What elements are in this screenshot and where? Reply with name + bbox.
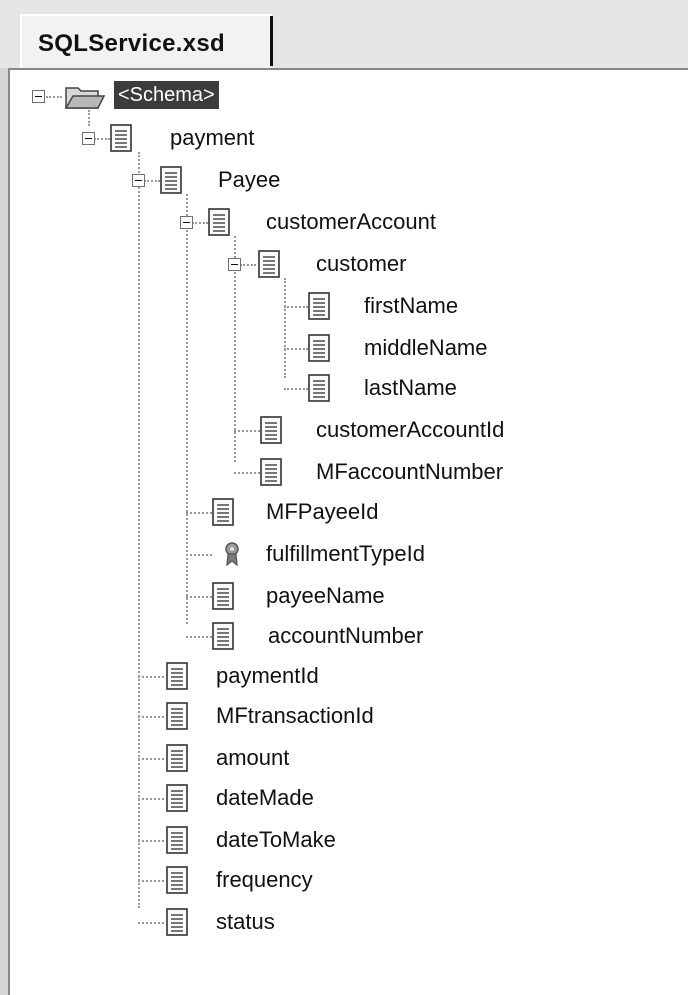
tree-line xyxy=(284,306,308,308)
node-label-account-number: accountNumber xyxy=(268,623,424,648)
document-icon xyxy=(166,744,188,772)
node-label-customer: customer xyxy=(316,251,407,276)
tree-line xyxy=(88,110,90,126)
node-label-payee-name: payeeName xyxy=(266,583,385,608)
document-icon xyxy=(166,702,188,730)
schema-tree: <Schema> payment Payee customerAccount c… xyxy=(10,70,688,995)
document-icon xyxy=(166,866,188,894)
tree-line xyxy=(284,278,286,378)
node-label-last-name: lastName xyxy=(364,375,457,400)
tree-line xyxy=(234,472,260,474)
tree-line xyxy=(284,388,308,390)
collapse-minus-icon[interactable] xyxy=(180,216,193,229)
collapse-minus-icon[interactable] xyxy=(32,90,45,103)
tree-line xyxy=(186,194,188,624)
tree-line xyxy=(138,880,164,882)
node-label-mf-transaction-id: MFtransactionId xyxy=(216,703,374,728)
document-icon xyxy=(166,784,188,812)
node-label-payment-id: paymentId xyxy=(216,663,319,688)
document-icon xyxy=(260,458,282,486)
tree-line xyxy=(46,96,62,98)
node-label-customer-account-id: customerAccountId xyxy=(316,417,505,442)
document-icon xyxy=(110,124,132,152)
collapse-minus-icon[interactable] xyxy=(228,258,241,271)
document-icon xyxy=(212,582,234,610)
tree-line xyxy=(138,676,164,678)
node-label-customer-account: customerAccount xyxy=(266,209,436,234)
node-label-date-made: dateMade xyxy=(216,785,314,810)
tree-line xyxy=(138,840,164,842)
tree-line xyxy=(186,512,212,514)
tree-line xyxy=(240,264,256,266)
tree-line xyxy=(138,716,164,718)
document-icon xyxy=(212,498,234,526)
node-label-payment: payment xyxy=(170,125,255,150)
tree-line xyxy=(192,222,208,224)
document-icon xyxy=(308,334,330,362)
tree-line xyxy=(138,922,164,924)
folder-open-icon xyxy=(64,87,106,109)
tree-line xyxy=(144,180,160,182)
document-icon xyxy=(308,374,330,402)
node-label-first-name: firstName xyxy=(364,293,459,318)
tree-line xyxy=(284,348,308,350)
tab-strip: SQLService.xsd xyxy=(0,0,688,68)
tree-line xyxy=(186,554,212,556)
node-label-mf-payee-id: MFPayeeId xyxy=(266,499,379,524)
schema-tree-panel[interactable]: <Schema> payment Payee customerAccount c… xyxy=(8,68,688,995)
document-icon xyxy=(212,622,234,650)
document-icon xyxy=(160,166,182,194)
key-icon xyxy=(225,542,239,567)
node-label-middle-name: middleName xyxy=(364,335,488,360)
node-label-date-to-make: dateToMake xyxy=(216,827,336,852)
node-label-status: status xyxy=(216,909,275,934)
node-label-payee: Payee xyxy=(218,167,281,192)
tree-line xyxy=(138,798,164,800)
tree-line xyxy=(234,430,260,432)
document-icon xyxy=(166,908,188,936)
document-icon xyxy=(260,416,282,444)
document-icon xyxy=(258,250,280,278)
collapse-minus-icon[interactable] xyxy=(132,174,145,187)
tree-line xyxy=(138,758,164,760)
tree-line xyxy=(186,596,212,598)
tree-line xyxy=(138,152,140,908)
node-label-frequency: frequency xyxy=(216,867,313,892)
tree-line xyxy=(186,636,212,638)
tab-separator xyxy=(270,16,273,66)
node-label-mf-account-number: MFaccountNumber xyxy=(316,459,504,484)
panel-shade xyxy=(0,68,8,995)
tree-line xyxy=(94,138,110,140)
node-label-schema: <Schema> xyxy=(114,81,219,109)
tab-label: SQLService.xsd xyxy=(38,30,225,57)
collapse-minus-icon[interactable] xyxy=(82,132,95,145)
document-icon xyxy=(166,662,188,690)
node-label-fulfillment-type-id: fulfillmentTypeId xyxy=(266,541,425,566)
document-icon xyxy=(208,208,230,236)
document-icon xyxy=(308,292,330,320)
node-label-amount: amount xyxy=(216,745,290,770)
document-icon xyxy=(166,826,188,854)
tab-sqlservice-xsd[interactable]: SQLService.xsd xyxy=(20,14,272,68)
